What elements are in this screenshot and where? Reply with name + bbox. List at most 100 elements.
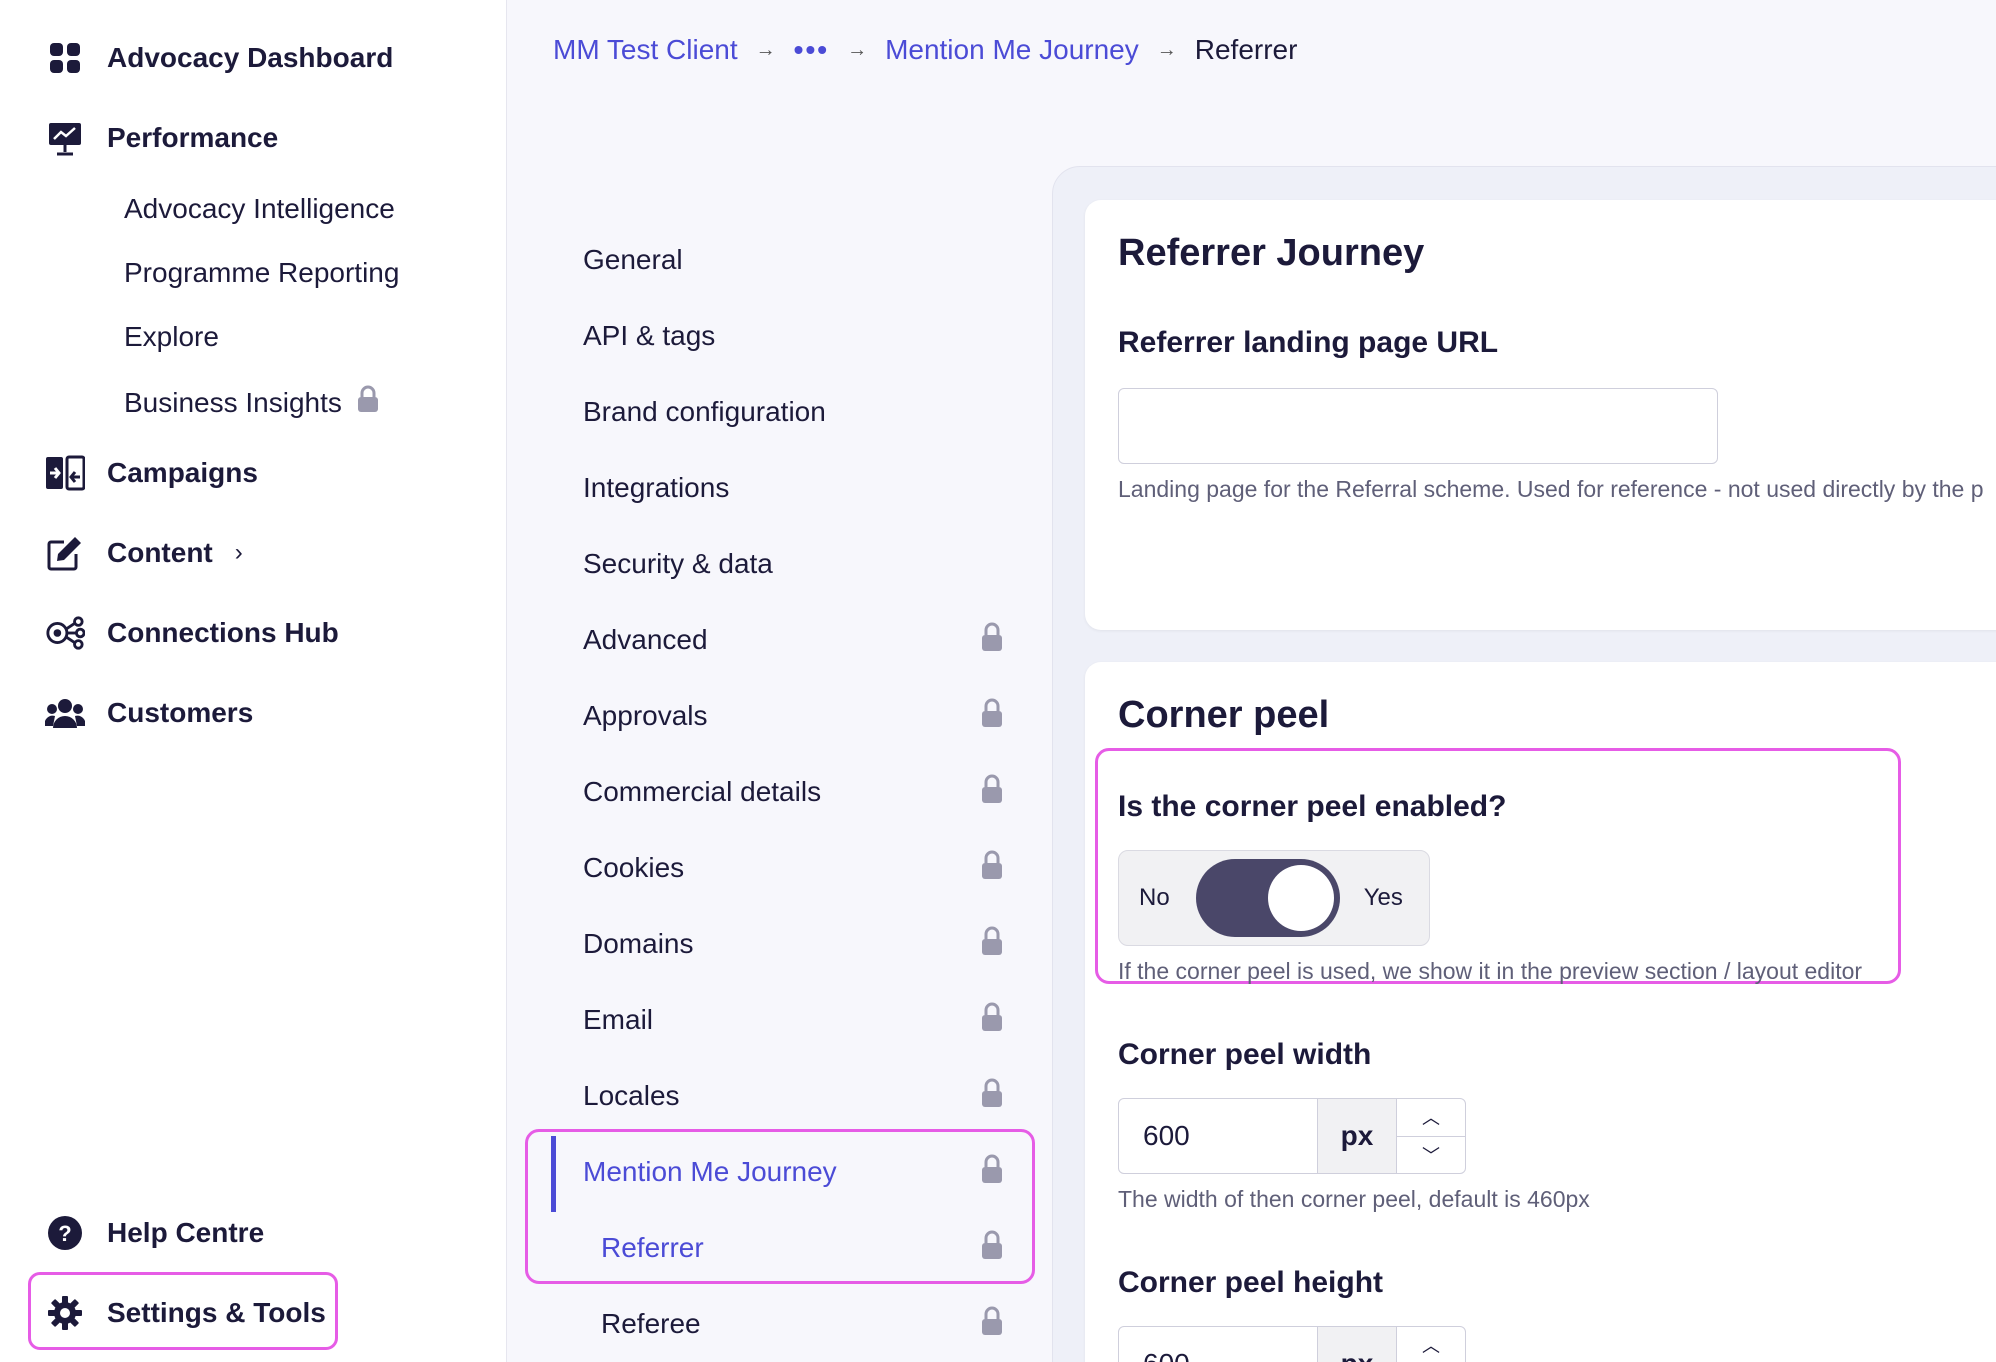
settings-nav-item-integrations[interactable]: Integrations (583, 468, 1008, 508)
width-steps: ︿ ﹀ (1395, 1099, 1465, 1174)
connections-icon (45, 613, 85, 653)
settings-nav-item-locales[interactable]: Locales (583, 1076, 1008, 1116)
chevron-up-icon[interactable]: ︿ (1396, 1099, 1465, 1137)
settings-nav-label: API & tags (583, 320, 716, 351)
referrer-url-input[interactable] (1118, 388, 1718, 464)
lock-icon (980, 850, 1004, 887)
sidebar-item-help-centre[interactable]: ? Help Centre (45, 1213, 264, 1253)
height-stepper: px ︿ ﹀ (1118, 1326, 1466, 1362)
lock-icon (356, 385, 380, 420)
sidebar-subitem-advocacy-intelligence[interactable]: Advocacy Intelligence (124, 193, 395, 225)
url-help-text: Landing page for the Referral scheme. Us… (1118, 476, 1984, 502)
toggle-knob (1267, 865, 1334, 931)
settings-nav-item-referee[interactable]: Referee (601, 1304, 1008, 1344)
enabled-label: Is the corner peel enabled? (1118, 790, 1507, 823)
lock-icon (980, 622, 1004, 659)
sidebar-item-label: Help Centre (107, 1217, 265, 1248)
corner-peel-card: Corner peel Is the corner peel enabled? … (1085, 662, 1996, 1362)
settings-nav-item-commercial-details[interactable]: Commercial details (583, 772, 1008, 812)
settings-nav-label: Domains (583, 928, 694, 959)
settings-nav-label: Brand configuration (583, 396, 826, 427)
sidebar: Advocacy Dashboard Performance Advocacy … (0, 0, 507, 1362)
settings-nav-item-domains[interactable]: Domains (583, 924, 1008, 964)
height-label: Corner peel height (1118, 1266, 1384, 1299)
settings-nav-label: Security & data (583, 548, 773, 579)
corner-peel-toggle-group: No Yes (1118, 850, 1430, 946)
svg-text:?: ? (58, 1221, 71, 1246)
referrer-journey-card: Referrer Journey Referrer landing page U… (1085, 200, 1996, 630)
dashboard-grid-icon (45, 38, 85, 78)
card-title: Referrer Journey (1118, 232, 1425, 274)
height-steps: ︿ ﹀ (1395, 1327, 1465, 1362)
sidebar-item-label: Advocacy Dashboard (107, 42, 394, 73)
settings-nav-label: Email (583, 1004, 654, 1035)
width-help-text: The width of then corner peel, default i… (1118, 1186, 1590, 1212)
chevron-down-icon[interactable]: ﹀ (1397, 1137, 1465, 1174)
sidebar-subitem-label: Programme Reporting (124, 257, 400, 288)
sidebar-item-label: Campaigns (107, 457, 258, 488)
lock-icon (980, 926, 1004, 963)
settings-nav-item-brand-configuration[interactable]: Brand configuration (583, 392, 1008, 432)
sidebar-item-campaigns[interactable]: Campaigns (45, 453, 258, 493)
chevron-right-icon: › (234, 539, 243, 566)
customers-icon (45, 693, 85, 733)
lock-icon (980, 1002, 1004, 1039)
sidebar-subitem-explore[interactable]: Explore (124, 321, 219, 353)
edit-icon (45, 533, 85, 573)
arrow-right-icon: → (847, 38, 868, 61)
settings-nav-item-api-tags[interactable]: API & tags (583, 316, 1008, 356)
sidebar-subitem-business-insights[interactable]: Business Insights (124, 385, 380, 420)
breadcrumb-more[interactable]: ••• (794, 34, 829, 66)
width-stepper: px ︿ ﹀ (1118, 1098, 1466, 1174)
sidebar-item-performance[interactable]: Performance (45, 118, 278, 158)
settings-nav-label: Cookies (583, 852, 685, 883)
highlight-journey-nav (525, 1129, 1035, 1284)
settings-nav-label: Advanced (583, 624, 708, 655)
settings-nav-label: General (583, 244, 683, 275)
sidebar-subitem-label: Advocacy Intelligence (124, 193, 395, 224)
width-label: Corner peel width (1118, 1038, 1372, 1071)
settings-nav-item-security-data[interactable]: Security & data (583, 544, 1008, 584)
settings-nav-item-cookies[interactable]: Cookies (583, 848, 1008, 888)
corner-peel-toggle[interactable] (1195, 859, 1340, 937)
settings-nav-item-general[interactable]: General (583, 240, 1008, 280)
settings-nav-item-advanced[interactable]: Advanced (583, 620, 1008, 660)
lock-icon (980, 698, 1004, 735)
settings-nav-label: Locales (583, 1080, 680, 1111)
arrow-right-icon: → (1156, 38, 1177, 61)
card-title: Corner peel (1118, 694, 1330, 736)
sidebar-item-connections-hub[interactable]: Connections Hub (45, 613, 339, 653)
sidebar-item-label: Content (107, 537, 213, 568)
chevron-up-icon[interactable]: ︿ (1397, 1327, 1465, 1362)
lock-icon (980, 1078, 1004, 1115)
settings-nav-item-email[interactable]: Email (583, 1000, 1008, 1040)
width-unit: px (1317, 1099, 1396, 1173)
sidebar-subitem-programme-reporting[interactable]: Programme Reporting (124, 257, 399, 289)
sidebar-subitem-label: Business Insights (124, 386, 342, 418)
campaigns-icon (45, 453, 85, 493)
arrow-right-icon: → (755, 38, 776, 61)
enabled-help-text: If the corner peel is used, we show it i… (1118, 958, 1863, 984)
lock-icon (980, 1306, 1004, 1343)
width-input[interactable] (1119, 1099, 1317, 1173)
settings-nav-label: Commercial details (583, 776, 822, 807)
sidebar-item-label: Performance (107, 122, 279, 153)
sidebar-item-customers[interactable]: Customers (45, 693, 253, 733)
breadcrumb-current: Referrer (1194, 34, 1298, 65)
url-label: Referrer landing page URL (1118, 326, 1499, 359)
breadcrumb-journey[interactable]: Mention Me Journey (885, 34, 1139, 66)
height-unit: px (1317, 1327, 1396, 1362)
settings-nav-item-approvals[interactable]: Approvals (583, 696, 1008, 736)
chart-board-icon (45, 118, 85, 158)
toggle-no-label: No (1139, 884, 1170, 911)
sidebar-item-label: Connections Hub (107, 617, 339, 648)
settings-nav-label: Integrations (583, 472, 730, 503)
breadcrumb-client[interactable]: MM Test Client (553, 34, 738, 66)
height-input[interactable] (1119, 1327, 1317, 1362)
sidebar-item-advocacy-dashboard[interactable]: Advocacy Dashboard (45, 38, 393, 78)
toggle-yes-label: Yes (1363, 884, 1403, 911)
highlight-settings-tools (28, 1272, 338, 1350)
settings-nav-label: Approvals (583, 700, 708, 731)
sidebar-item-content[interactable]: Content › (45, 533, 243, 573)
sidebar-subitem-label: Explore (124, 321, 219, 352)
